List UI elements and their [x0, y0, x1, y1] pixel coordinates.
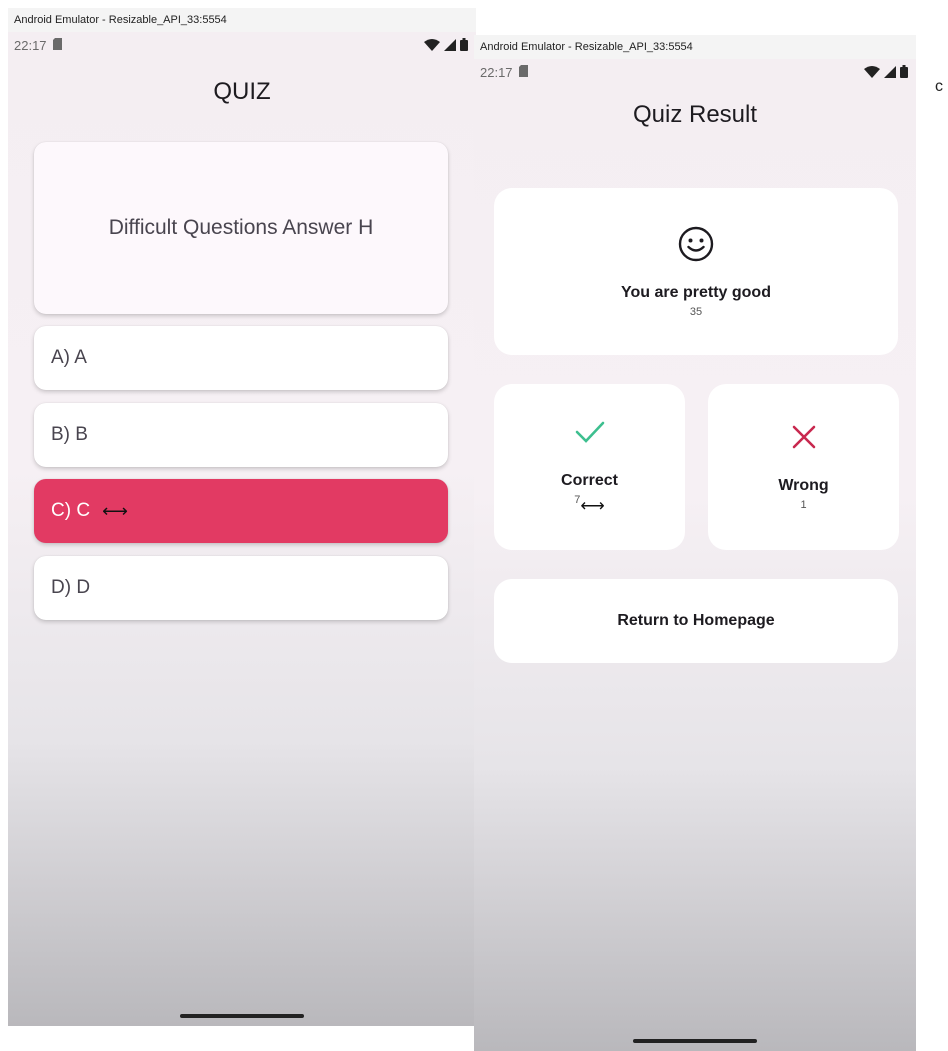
- check-icon: [574, 419, 606, 450]
- option-d-button[interactable]: D) D: [34, 556, 448, 620]
- option-label: B) B: [51, 424, 88, 445]
- return-to-homepage-button[interactable]: Return to Homepage: [494, 579, 898, 663]
- wifi-icon: [424, 38, 440, 51]
- window-title: Android Emulator - Resizable_API_33:5554: [8, 8, 476, 32]
- wrong-count: 1: [800, 498, 807, 511]
- gesture-home-bar[interactable]: [180, 1014, 304, 1018]
- question-text: Difficult Questions Answer H: [108, 216, 374, 239]
- correct-card: Correct 7 ⟷: [494, 384, 685, 550]
- score-value: 35: [689, 306, 703, 318]
- option-label: C) C: [51, 500, 91, 521]
- option-b-button[interactable]: B) B: [34, 403, 448, 467]
- page-title: Quiz Result: [632, 101, 758, 128]
- battery-icon: [460, 38, 468, 51]
- question-card: Difficult Questions Answer H: [34, 142, 448, 314]
- correct-label: Correct: [561, 471, 618, 489]
- status-time: 22:17: [480, 65, 513, 80]
- wrong-card: Wrong 1: [708, 384, 899, 550]
- option-label: D) D: [51, 577, 91, 598]
- page-title: QUIZ: [213, 78, 271, 105]
- option-label: A) A: [51, 347, 87, 368]
- wifi-icon: [864, 65, 880, 78]
- emulator-window-result: Android Emulator - Resizable_API_33:5554…: [474, 35, 916, 1051]
- status-time: 22:17: [14, 38, 47, 53]
- wrong-label: Wrong: [778, 476, 829, 494]
- sd-card-icon: [519, 65, 528, 77]
- score-card: You are pretty good 35: [494, 188, 898, 355]
- return-button-label: Return to Homepage: [617, 612, 775, 629]
- gesture-home-bar[interactable]: [633, 1039, 757, 1043]
- option-c-button[interactable]: C) C ⟷: [34, 479, 448, 543]
- sd-card-icon: [53, 38, 62, 50]
- status-bar: 22:17: [8, 32, 476, 62]
- close-x-icon: [791, 424, 817, 455]
- signal-icon: [444, 38, 456, 51]
- signal-icon: [884, 65, 896, 78]
- smiley-face-icon: [677, 225, 715, 268]
- resize-cursor-icon: ⟷: [102, 500, 128, 521]
- option-a-button[interactable]: A) A: [34, 326, 448, 390]
- resize-cursor-icon: ⟷: [580, 495, 605, 515]
- battery-icon: [900, 65, 908, 78]
- emulator-window-quiz: Android Emulator - Resizable_API_33:5554…: [8, 8, 476, 1026]
- stray-text: c: [935, 78, 943, 95]
- status-bar: 22:17: [474, 59, 916, 89]
- window-title: Android Emulator - Resizable_API_33:5554: [474, 35, 916, 59]
- score-message: You are pretty good: [621, 284, 771, 301]
